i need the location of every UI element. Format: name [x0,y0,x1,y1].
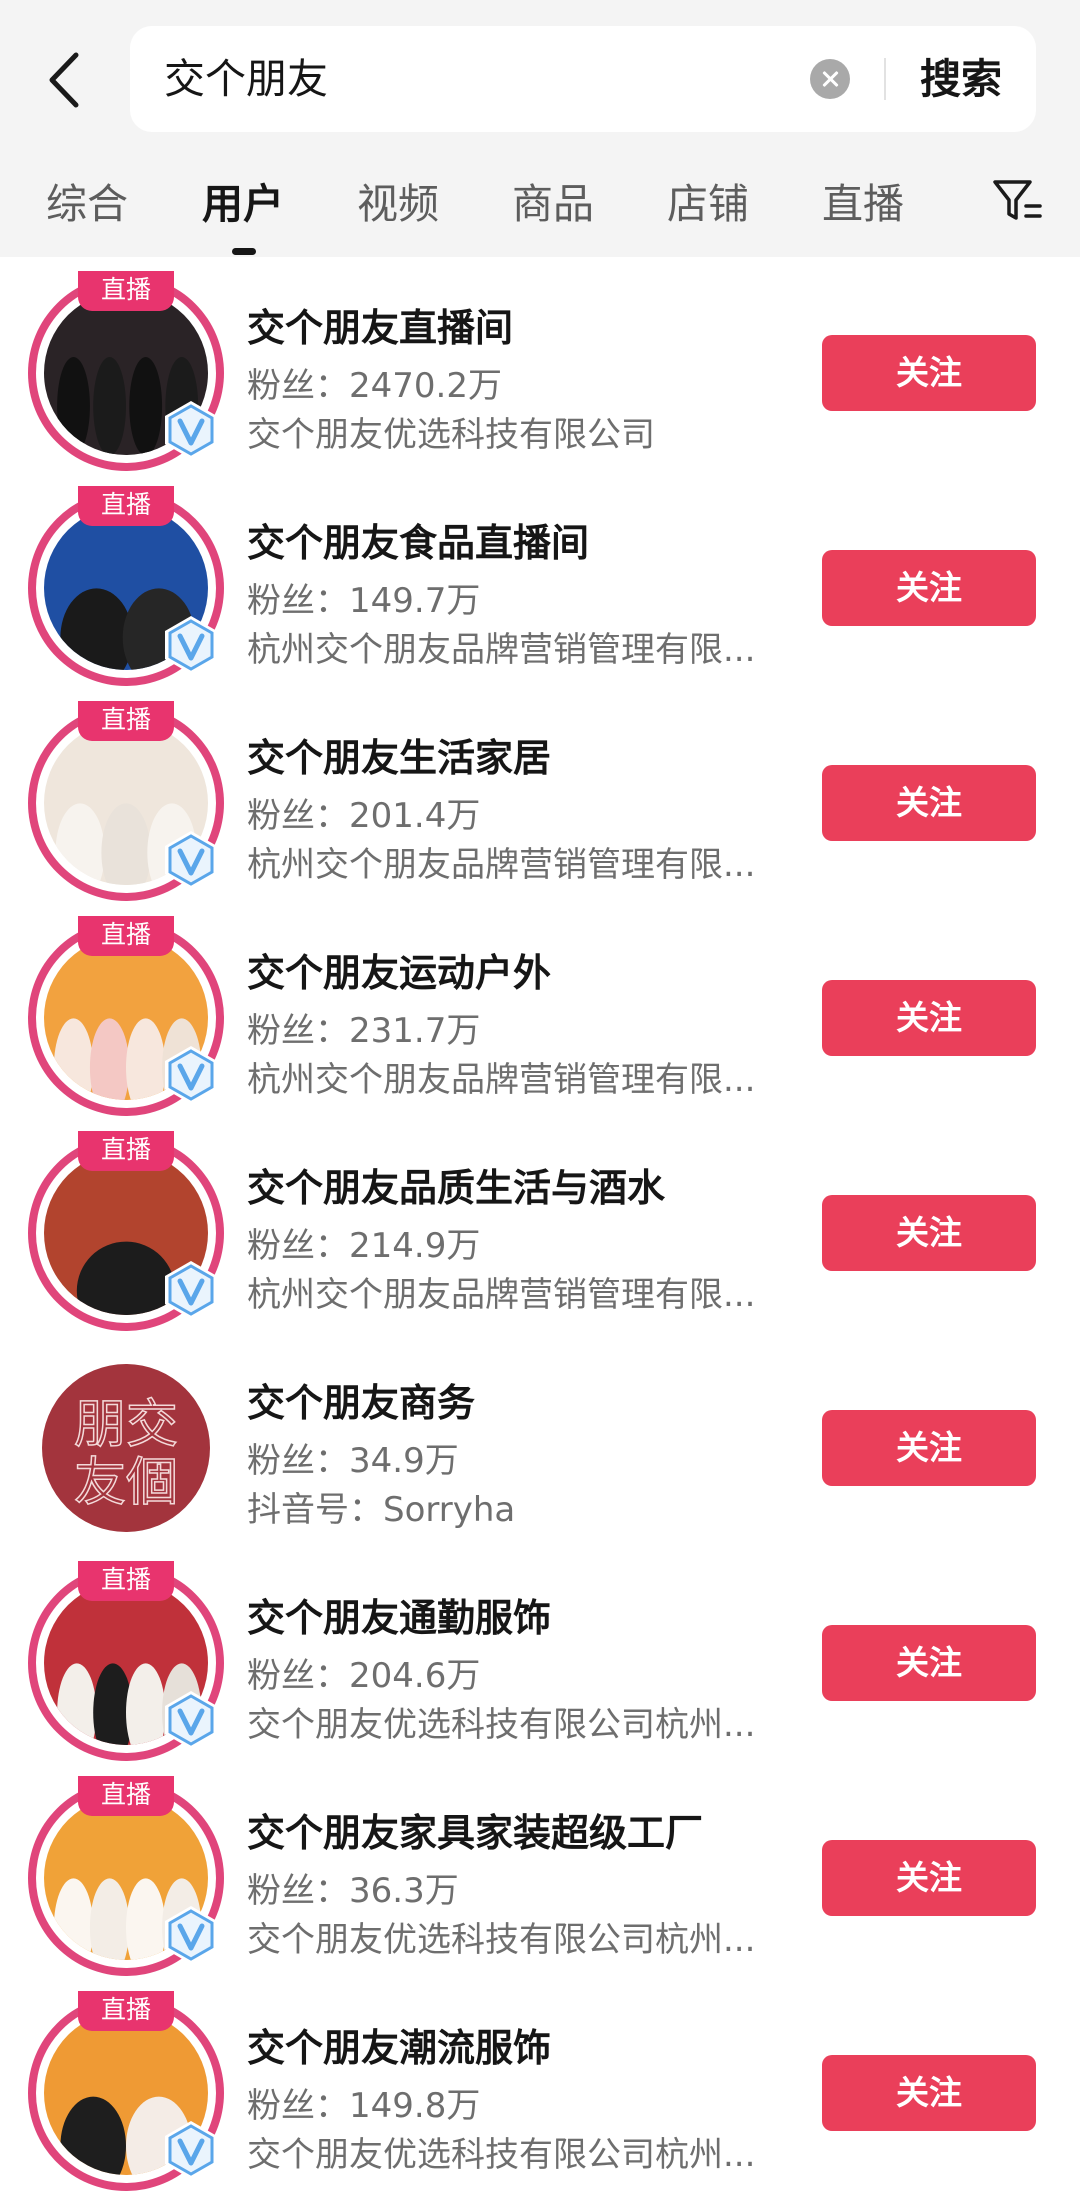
avatar[interactable]: 直播 [28,1776,224,1976]
back-button[interactable] [34,48,94,112]
fan-count: 粉丝：36.3万 [247,1871,459,1911]
verified-v-icon [165,1906,217,1964]
search-button[interactable]: 搜索 [920,26,1002,132]
follow-button[interactable]: 关注 [822,1625,1036,1701]
follow-button[interactable]: 关注 [822,2055,1036,2131]
avatar[interactable]: 直播 [28,701,224,901]
chevron-left-icon [49,52,79,108]
fan-count: 粉丝：204.6万 [247,1656,481,1696]
filter-icon [993,180,1042,220]
user-description: 交个朋友优选科技有限公司 [247,415,655,455]
tab-videos[interactable]: 视频 [357,176,439,232]
avatar[interactable]: 直播 [28,486,224,686]
live-badge: 直播 [78,486,174,526]
svg-text:朋交: 朋交 [74,1395,178,1455]
user-result-row[interactable]: 朋交 友個 交个朋友商务 粉丝：34.9万 抖音号：Sorryha 关注 [0,1332,1080,1547]
live-badge: 直播 [78,1561,174,1601]
user-result-row[interactable]: 直播 交个朋友直播间 粉丝：2470.2万 交个朋友优选科技有限公司 关注 [0,257,1080,472]
user-name: 交个朋友商务 [247,1381,476,1425]
follow-button[interactable]: 关注 [822,335,1036,411]
user-results-list: 直播 交个朋友直播间 粉丝：2470.2万 交个朋友优选科技有限公司 关注 直播 [0,257,1080,2192]
live-badge: 直播 [78,1991,174,2031]
user-description: 杭州交个朋友品牌营销管理有限... [247,630,756,670]
user-name: 交个朋友运动户外 [247,951,552,995]
verified-v-icon [165,1261,217,1319]
user-name: 交个朋友食品直播间 [247,521,590,565]
user-name: 交个朋友潮流服饰 [247,2026,552,2070]
clear-icon[interactable] [810,59,850,99]
user-result-row[interactable]: 直播 交个朋友运动户外 粉丝：231.7万 杭州交个朋友品牌营销管理有限... … [0,902,1080,1117]
follow-button[interactable]: 关注 [822,765,1036,841]
tab-comprehensive[interactable]: 综合 [46,176,128,232]
user-description: 杭州交个朋友品牌营销管理有限... [247,845,756,885]
verified-v-icon [165,616,217,674]
user-result-row[interactable]: 直播 交个朋友生活家居 粉丝：201.4万 杭州交个朋友品牌营销管理有限... … [0,687,1080,902]
user-description: 交个朋友优选科技有限公司杭州... [247,1920,756,1960]
verified-v-icon [165,2121,217,2179]
follow-button[interactable]: 关注 [822,1840,1036,1916]
active-tab-indicator [232,248,256,255]
avatar[interactable]: 直播 [28,1561,224,1761]
fan-count: 粉丝：149.8万 [247,2086,481,2126]
fan-count: 粉丝：2470.2万 [247,366,502,406]
user-name: 交个朋友品质生活与酒水 [247,1166,666,1210]
user-description: 交个朋友优选科技有限公司杭州... [247,2135,756,2175]
douyin-id: 抖音号：Sorryha [247,1490,516,1530]
brand-logo-icon: 朋交 友個 [73,1394,179,1514]
live-badge: 直播 [78,1776,174,1816]
avatar[interactable]: 朋交 友個 [28,1350,224,1546]
user-description: 杭州交个朋友品牌营销管理有限... [247,1275,756,1315]
fan-count: 粉丝：214.9万 [247,1226,481,1266]
follow-button[interactable]: 关注 [822,1195,1036,1271]
tab-users[interactable]: 用户 [202,176,284,232]
fan-count: 粉丝：231.7万 [247,1011,481,1051]
user-result-row[interactable]: 直播 交个朋友食品直播间 粉丝：149.7万 杭州交个朋友品牌营销管理有限...… [0,472,1080,687]
verified-v-icon [165,1046,217,1104]
user-name: 交个朋友生活家居 [247,736,552,780]
avatar[interactable]: 直播 [28,1991,224,2191]
search-header: 交个朋友 搜索 综合 用户 视频 商品 店铺 直播 [0,0,1080,257]
follow-button[interactable]: 关注 [822,980,1036,1056]
follow-button[interactable]: 关注 [822,1410,1036,1486]
avatar-logo: 朋交 友個 [42,1364,210,1532]
fan-count: 粉丝：149.7万 [247,581,481,621]
verified-v-icon [165,1691,217,1749]
verified-v-icon [165,831,217,889]
user-name: 交个朋友通勤服饰 [247,1596,552,1640]
filter-button[interactable] [990,174,1046,230]
user-description: 杭州交个朋友品牌营销管理有限... [247,1060,756,1100]
avatar[interactable]: 直播 [28,271,224,471]
avatar[interactable]: 直播 [28,916,224,1116]
live-badge: 直播 [78,701,174,741]
follow-button[interactable]: 关注 [822,550,1036,626]
fan-count: 粉丝：34.9万 [247,1441,459,1481]
user-name: 交个朋友直播间 [247,306,514,350]
verified-v-icon [165,401,217,459]
user-name: 交个朋友家具家装超级工厂 [247,1811,704,1855]
tab-live[interactable]: 直播 [822,176,904,232]
tab-shops[interactable]: 店铺 [667,176,749,232]
live-badge: 直播 [78,271,174,311]
fan-count: 粉丝：201.4万 [247,796,481,836]
search-box[interactable]: 交个朋友 搜索 [130,26,1036,132]
search-divider [884,58,886,100]
live-badge: 直播 [78,916,174,956]
user-result-row[interactable]: 直播 交个朋友潮流服饰 粉丝：149.8万 交个朋友优选科技有限公司杭州... … [0,1977,1080,2192]
live-badge: 直播 [78,1131,174,1171]
user-result-row[interactable]: 直播 交个朋友通勤服饰 粉丝：204.6万 交个朋友优选科技有限公司杭州... … [0,1547,1080,1762]
avatar[interactable]: 直播 [28,1131,224,1331]
user-result-row[interactable]: 直播 交个朋友家具家装超级工厂 粉丝：36.3万 交个朋友优选科技有限公司杭州.… [0,1762,1080,1977]
svg-text:友個: 友個 [74,1453,178,1513]
search-input[interactable]: 交个朋友 [164,26,328,132]
tab-products[interactable]: 商品 [512,176,594,232]
user-result-row[interactable]: 直播 交个朋友品质生活与酒水 粉丝：214.9万 杭州交个朋友品牌营销管理有限.… [0,1117,1080,1332]
user-description: 交个朋友优选科技有限公司杭州... [247,1705,756,1745]
